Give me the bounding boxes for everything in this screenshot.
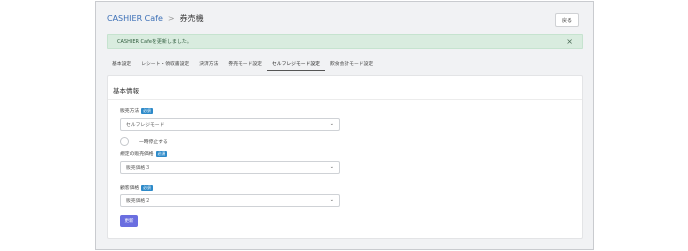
card-title: 基本情報 xyxy=(113,87,139,95)
sales-method-label: 販売方法 必須 xyxy=(120,107,153,114)
alert-message: CASHIER Cafeを更新しました。 xyxy=(117,39,192,45)
pause-toggle[interactable] xyxy=(120,137,129,146)
success-alert: CASHIER Cafeを更新しました。 × xyxy=(107,34,583,49)
required-badge: 必須 xyxy=(155,150,168,157)
tab-dining-checkout-settings[interactable]: 飲食会計モード設定 xyxy=(325,56,378,71)
sales-method-label-text: 販売方法 xyxy=(120,109,140,114)
required-badge: 必須 xyxy=(141,184,153,191)
customer-price-label-text: 顧客価格 xyxy=(120,186,140,191)
default-price-value: 販売価格３ xyxy=(126,166,150,171)
tab-receipt-settings[interactable]: レシート・領収書設定 xyxy=(136,56,194,71)
tab-payment-methods[interactable]: 決済方法 xyxy=(194,56,223,71)
breadcrumb: CASHIER Cafe > 券売機 xyxy=(107,13,204,24)
default-price-label-text: 規定の販売価格 xyxy=(120,152,154,157)
chevron-down-icon: ⌄ xyxy=(329,121,334,127)
tab-self-checkout-settings[interactable]: セルフレジモード設定 xyxy=(266,56,325,71)
customer-price-select[interactable]: 販売価格２ ⌄ xyxy=(120,194,340,207)
back-button[interactable]: 戻る xyxy=(555,13,579,27)
card-divider xyxy=(108,99,582,100)
update-button[interactable]: 更新 xyxy=(120,215,138,227)
required-badge: 必須 xyxy=(141,107,153,114)
chevron-down-icon: ⌄ xyxy=(329,164,334,170)
sales-method-select[interactable]: セルフレジモード ⌄ xyxy=(120,118,340,131)
breadcrumb-link-store[interactable]: CASHIER Cafe xyxy=(107,14,163,23)
tab-basic-settings[interactable]: 基本設定 xyxy=(107,56,136,71)
app-frame: CASHIER Cafe > 券売機 戻る CASHIER Cafeを更新しまし… xyxy=(95,1,594,250)
chevron-down-icon: ⌄ xyxy=(329,197,334,203)
default-price-select[interactable]: 販売価格３ ⌄ xyxy=(120,161,340,174)
breadcrumb-separator-icon: > xyxy=(167,14,175,23)
customer-price-label: 顧客価格 必須 xyxy=(120,184,153,191)
basic-info-card: 基本情報 販売方法 必須 セルフレジモード ⌄ 一時停止する 規定の販売価格 必… xyxy=(107,75,583,239)
default-price-label: 規定の販売価格 必須 xyxy=(120,150,168,157)
tab-ticket-mode-settings[interactable]: 券売モード設定 xyxy=(223,56,267,71)
pause-toggle-label: 一時停止する xyxy=(139,140,168,145)
sales-method-value: セルフレジモード xyxy=(126,123,165,128)
page-title: 券売機 xyxy=(179,14,204,23)
customer-price-value: 販売価格２ xyxy=(126,199,150,204)
settings-tabs: 基本設定 レシート・領収書設定 決済方法 券売モード設定 セルフレジモード設定 … xyxy=(107,56,583,71)
close-icon[interactable]: × xyxy=(566,37,573,47)
